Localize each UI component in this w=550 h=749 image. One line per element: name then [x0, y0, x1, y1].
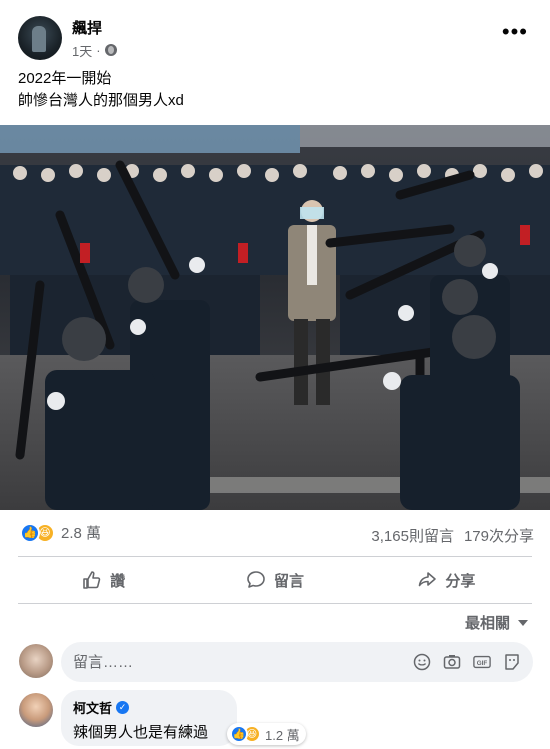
globe-icon: [104, 44, 117, 56]
camera-icon[interactable]: [443, 653, 461, 671]
verified-badge-icon: ✓: [116, 701, 130, 714]
comment-reaction-count: 1.2 萬: [265, 727, 300, 743]
post-header: 飆捍 1天 ·: [18, 16, 117, 60]
comment-author-name[interactable]: 柯文哲: [73, 698, 112, 717]
share-icon: [419, 572, 437, 587]
like-icon: 👍: [230, 725, 248, 743]
more-options-button[interactable]: •••: [502, 21, 528, 43]
comment-text: 辣個男人也是有練過: [73, 724, 209, 741]
emoji-icon[interactable]: [413, 653, 431, 671]
comment-input[interactable]: [73, 653, 413, 671]
divider: [18, 603, 532, 604]
gif-icon[interactable]: GIF: [473, 653, 491, 671]
share-count[interactable]: 179次分享: [464, 525, 534, 546]
comment-input-tools: GIF: [413, 653, 521, 671]
comment-label: 留言: [273, 572, 304, 590]
like-icon: 👍: [20, 522, 40, 543]
thumbs-up-icon: [83, 571, 101, 589]
like-button[interactable]: 讚: [18, 558, 189, 602]
post-photo[interactable]: [0, 125, 550, 510]
post-time[interactable]: 1天: [72, 41, 92, 60]
comment-bubble: 柯文哲 ✓ 辣個男人也是有練過: [61, 690, 237, 746]
author-avatar[interactable]: [18, 16, 62, 60]
reaction-count[interactable]: 2.8 萬: [61, 522, 101, 543]
caret-down-icon: [518, 619, 528, 626]
svg-text:GIF: GIF: [477, 660, 488, 667]
comment-icon: [247, 571, 265, 588]
like-label: 讚: [110, 572, 126, 590]
action-bar: 讚 留言 分享: [18, 558, 532, 602]
comment-button[interactable]: 留言: [189, 558, 360, 602]
current-user-avatar[interactable]: [19, 644, 53, 678]
share-label: 分享: [445, 572, 476, 590]
post-stats: 3,165則留言 179次分享: [371, 525, 534, 546]
comment-reactions[interactable]: 👍 😆 1.2 萬: [227, 723, 306, 745]
sticker-icon[interactable]: [503, 653, 521, 671]
divider: [18, 556, 532, 557]
sort-label: 最相關: [464, 615, 510, 632]
commenter-avatar[interactable]: [19, 693, 53, 727]
comment-author[interactable]: 柯文哲 ✓: [73, 698, 225, 717]
share-button[interactable]: 分享: [361, 558, 532, 602]
post-text: 2022年一開始 帥慘台灣人的那個男人xd: [18, 68, 184, 112]
author-name[interactable]: 飆捍: [72, 17, 117, 38]
post-meta: 1天 ·: [72, 41, 117, 60]
post-text-line: 2022年一開始: [18, 70, 112, 87]
comment-input-box[interactable]: GIF: [61, 642, 533, 682]
reaction-summary[interactable]: 👍 😆 2.8 萬: [20, 522, 101, 543]
comment-count[interactable]: 3,165則留言: [371, 525, 454, 546]
post-card: 飆捍 1天 · ••• 2022年一開始 帥慘台灣人的那個男人xd 👍 😆 2.…: [0, 0, 550, 749]
post-text-line: 帥慘台灣人的那個男人xd: [18, 92, 184, 109]
comment-sort-dropdown[interactable]: 最相關: [465, 612, 528, 633]
